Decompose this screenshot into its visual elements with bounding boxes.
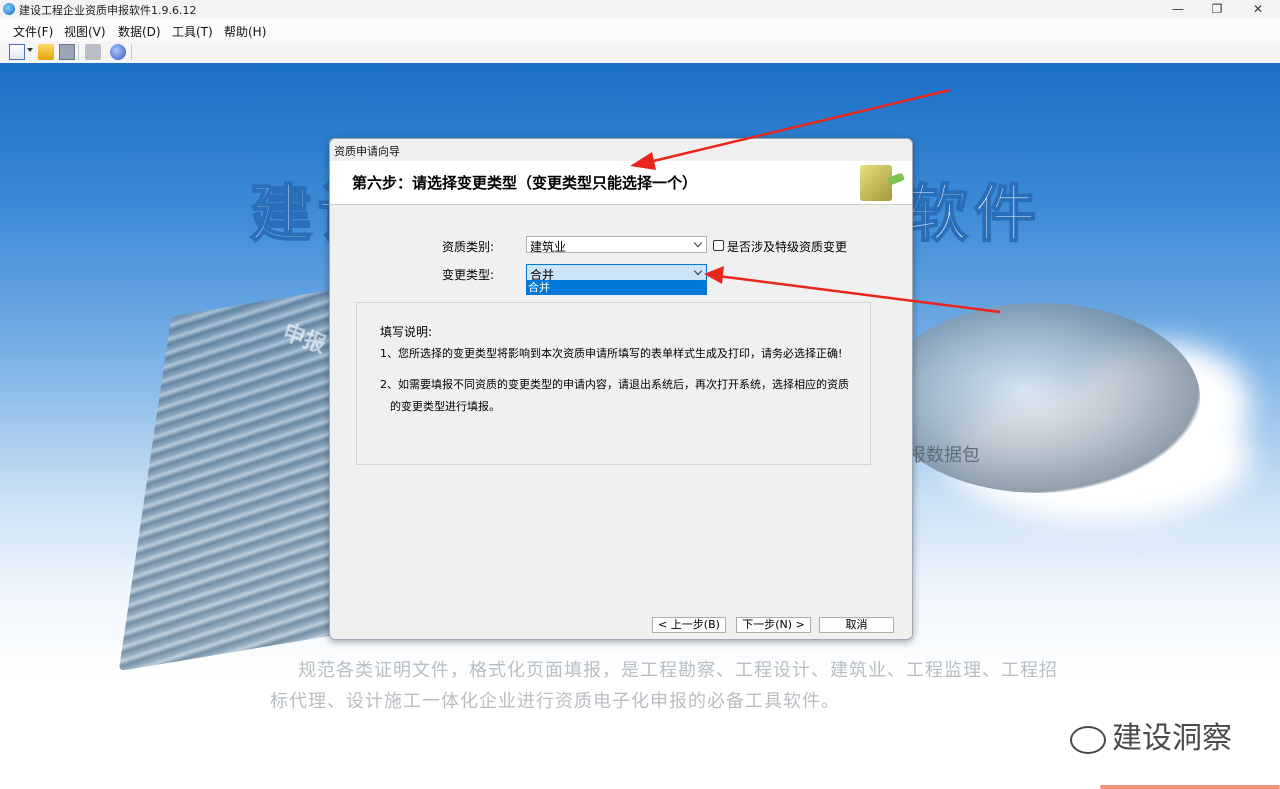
annotation-arrows bbox=[630, 88, 1001, 314]
annotation-arrow-change-type bbox=[704, 266, 1001, 314]
annotation-arrow-step-title bbox=[630, 88, 951, 170]
